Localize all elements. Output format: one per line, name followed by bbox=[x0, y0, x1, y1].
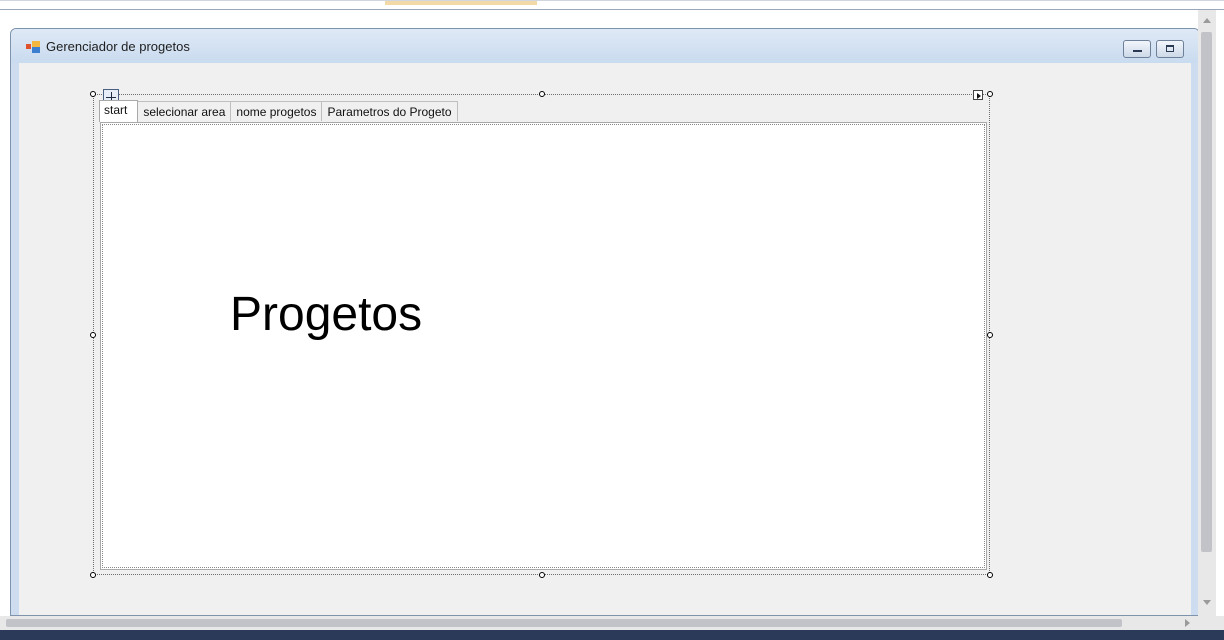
vertical-scrollbar[interactable] bbox=[1198, 10, 1216, 616]
tab-strip: start selecionar area nome progetos Para… bbox=[99, 100, 458, 122]
resize-handle-top-right[interactable] bbox=[987, 91, 993, 97]
vertical-scroll-thumb[interactable] bbox=[1201, 32, 1212, 552]
form-app-icon bbox=[26, 41, 40, 53]
minimize-icon bbox=[1133, 50, 1142, 52]
smart-tag-arrow-icon[interactable] bbox=[973, 90, 983, 100]
resize-handle-bottom[interactable] bbox=[539, 572, 545, 578]
maximize-icon bbox=[1166, 45, 1174, 52]
tab-selecionar-area[interactable]: selecionar area bbox=[137, 101, 232, 121]
tab-page-selection-frame bbox=[102, 124, 985, 568]
active-document-tab-hint[interactable] bbox=[385, 1, 537, 5]
tab-parametros-do-progeto[interactable]: Parametros do Progeto bbox=[321, 101, 458, 121]
tab-nome-progetos[interactable]: nome progetos bbox=[230, 101, 323, 121]
right-edge bbox=[1216, 10, 1224, 630]
maximize-button[interactable] bbox=[1156, 40, 1184, 58]
horizontal-scroll-thumb[interactable] bbox=[6, 619, 1122, 627]
title-bar[interactable]: Gerenciador de progetos bbox=[11, 29, 1199, 63]
resize-handle-bottom-left[interactable] bbox=[90, 572, 96, 578]
progetos-label: Progetos bbox=[230, 288, 423, 341]
scroll-up-arrow-icon[interactable] bbox=[1203, 18, 1211, 23]
resize-handle-top-left[interactable] bbox=[90, 91, 96, 97]
resize-handle-left[interactable] bbox=[90, 332, 96, 338]
resize-handle-top[interactable] bbox=[539, 91, 545, 97]
scroll-down-arrow-icon[interactable] bbox=[1203, 600, 1211, 605]
scroll-right-arrow-icon[interactable] bbox=[1185, 619, 1190, 627]
window-title: Gerenciador de progetos bbox=[46, 39, 190, 54]
window-left-border bbox=[11, 63, 19, 615]
scrollbar-corner bbox=[1198, 616, 1224, 630]
resize-handle-right[interactable] bbox=[987, 332, 993, 338]
minimize-button[interactable] bbox=[1123, 40, 1151, 58]
resize-handle-bottom-right[interactable] bbox=[987, 572, 993, 578]
status-bar bbox=[0, 630, 1224, 640]
horizontal-scrollbar[interactable] bbox=[0, 616, 1198, 630]
tab-start[interactable]: start bbox=[99, 100, 139, 122]
